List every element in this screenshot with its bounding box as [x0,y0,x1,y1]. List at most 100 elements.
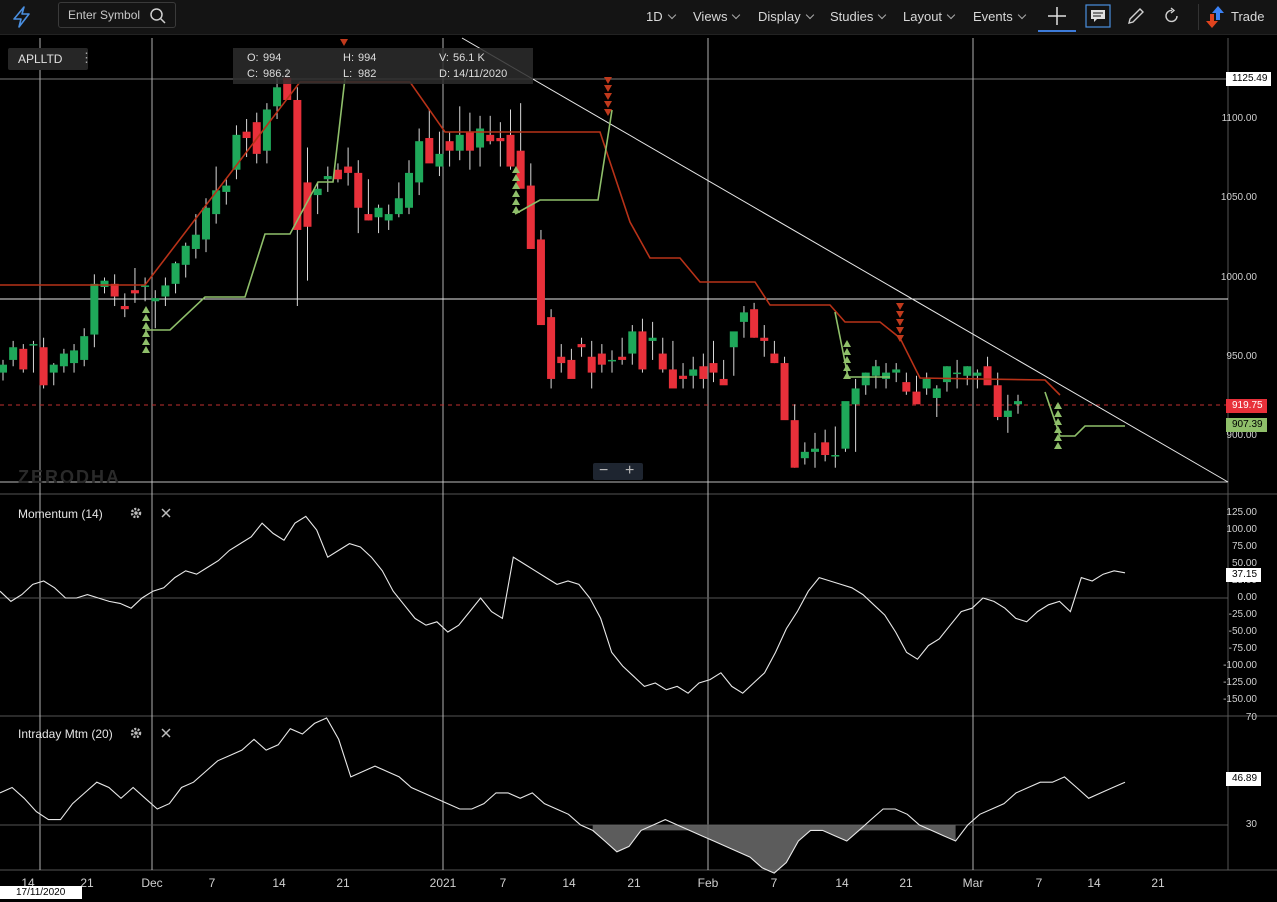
crosshair-icon[interactable] [1046,5,1068,27]
symbol-search-input[interactable] [68,6,148,24]
candle-body [526,185,535,249]
buy-signal-marker [512,206,520,213]
time-axis-label: 7 [208,876,216,890]
close-label: C: [247,68,258,80]
candle-body [455,134,464,151]
layout-label: Layout [903,9,943,24]
low-value: 982 [358,68,377,80]
candle-body [181,245,190,265]
pencil-draw-icon[interactable] [1126,6,1146,26]
candle-body [90,283,99,335]
candle-body [374,207,383,218]
candle-body [273,87,282,107]
interval-menu[interactable]: 1D [646,9,676,24]
candle-body [597,353,606,365]
candle-body [902,382,911,392]
price-axis-label: 950.00 [1226,350,1257,362]
candle-body [80,336,89,360]
momentum-axis-label: 0.00 [1237,592,1257,603]
candle-body [19,348,28,370]
momentum-axis-label: -100.00 [1223,660,1257,671]
candle-body [932,388,941,398]
layout-menu[interactable]: Layout [903,9,956,24]
candle-body [130,290,139,294]
time-axis-label: 7 [770,876,778,890]
candle-body [628,331,637,354]
gear-icon[interactable] [129,506,143,520]
time-axis-label: 21 [336,876,350,890]
candle-body [648,337,657,341]
top-price-tag: 1125.49 [1226,72,1272,86]
studies-menu[interactable]: Studies [830,9,887,24]
candle-body [415,141,424,183]
candle-body [242,131,251,139]
low-label: L: [343,68,353,80]
candle-body [922,378,931,389]
zoom-in-button[interactable]: + [625,462,634,480]
trade-arrows-icon[interactable] [1205,4,1227,30]
intraday-panel-title: Intraday Mtm (20) [18,727,113,741]
buy-signal-marker [142,314,150,321]
candle-body [202,207,210,240]
reset-icon[interactable] [1162,6,1182,26]
candle-body [567,359,576,379]
candle-body [9,347,18,360]
buy-signal-marker [1054,434,1062,441]
last-price-tag: 919.75 [1226,399,1267,413]
close-icon[interactable] [159,726,173,740]
close-icon[interactable] [159,506,173,520]
zoom-out-button[interactable]: − [599,462,608,480]
candle-body [49,364,58,373]
candle-body [405,172,413,208]
buy-signal-marker [843,348,851,355]
sell-signal-marker [896,311,904,318]
gear-icon[interactable] [129,726,143,740]
comment-icon[interactable] [1085,4,1111,28]
symbol-chip[interactable]: APLLTD ⋮ [8,48,93,70]
open-value: 994 [263,52,282,64]
candle-body [831,455,840,457]
price-axis-label: 1050.00 [1220,192,1257,204]
momentum-axis-label: -25.00 [1228,609,1257,620]
candle-body [1014,401,1022,405]
candle-body [445,141,454,151]
more-options-icon[interactable]: ⋮ [80,50,93,66]
candle-body [760,337,769,341]
candle-body [303,182,312,227]
lightning-logo-icon[interactable] [10,6,34,28]
high-label: H: [343,52,354,64]
candle-body [750,309,759,338]
candle-body [384,214,393,221]
candle-body [70,350,79,364]
candle-body [161,285,170,297]
studies-label: Studies [830,9,874,24]
volume-label: V: [439,52,449,64]
candle-body [679,375,688,379]
watermark: ZERODHA [18,467,121,487]
time-axis-label: Feb [697,876,719,890]
symbol-search[interactable] [58,2,176,28]
momentum-line [0,515,1126,694]
candle-body [100,280,109,288]
candle-body [963,366,972,376]
candle-body [486,134,495,142]
momentum-axis-label: 100.00 [1226,524,1257,535]
trade-button[interactable]: Trade [1231,9,1264,24]
buy-signal-marker [142,322,150,329]
candle-body [1003,410,1012,417]
momentum-axis-label: -75.00 [1228,643,1257,654]
search-icon[interactable] [149,7,167,25]
sell-signal-marker [604,101,612,108]
candle-body [557,356,566,364]
views-menu[interactable]: Views [693,9,741,24]
intraday-value-tag: 46.89 [1226,772,1262,786]
sell-signal-marker [896,327,904,334]
display-menu[interactable]: Display [758,9,814,24]
candle-body [496,138,505,142]
price-axis-label: 1000.00 [1220,271,1257,283]
buy-signal-marker [843,340,851,347]
intraday-axis-label: 30 [1245,819,1257,830]
events-menu[interactable]: Events [973,9,1026,24]
candle-body [993,385,1002,417]
candle-body [882,372,891,379]
